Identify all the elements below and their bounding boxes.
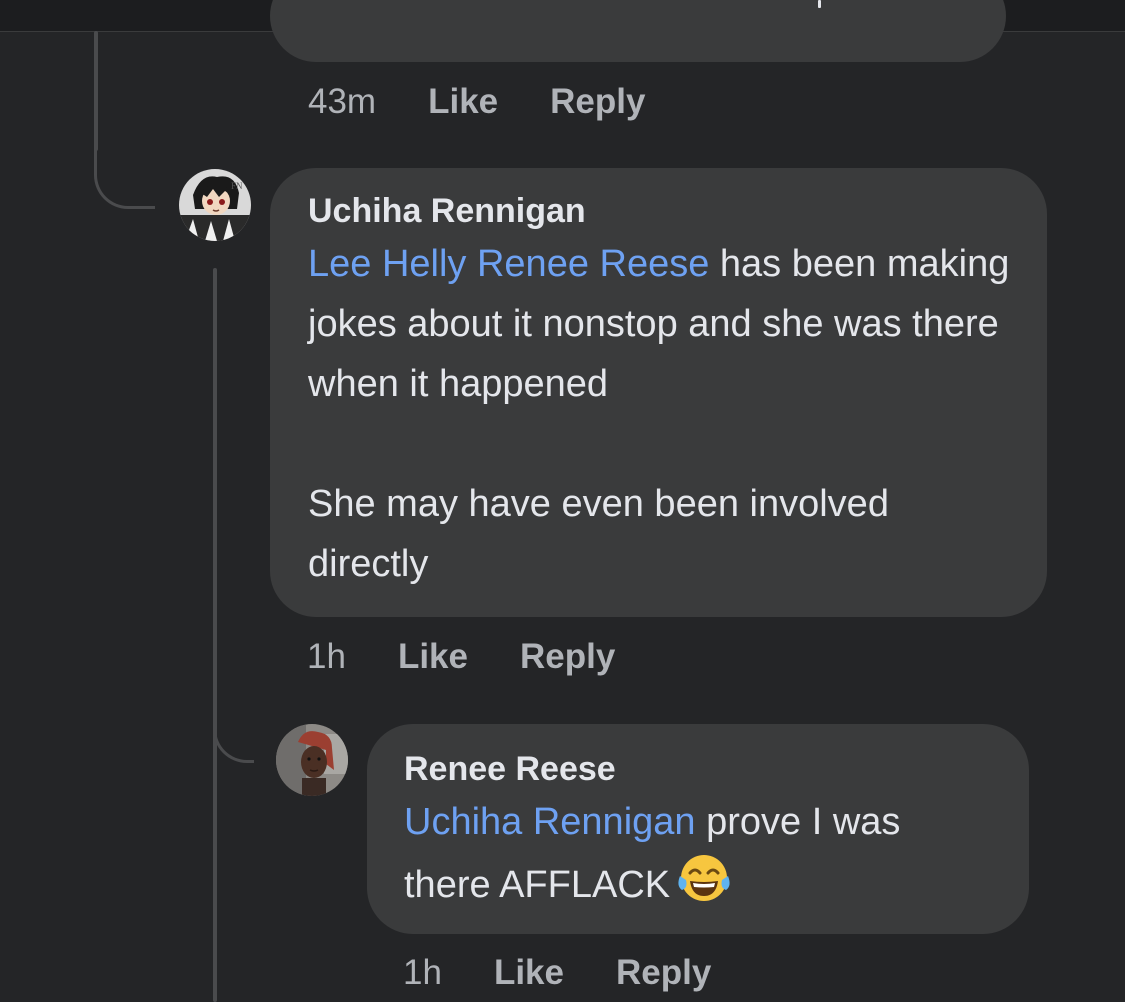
reply-button[interactable]: Reply: [550, 82, 645, 122]
like-button[interactable]: Like: [494, 953, 564, 993]
mention-link[interactable]: Lee Helly Renee Reese: [308, 243, 709, 285]
comment-text: Lee Helly Renee Reese has been making jo…: [308, 234, 1010, 594]
thread-elbow-comment-1: [94, 140, 155, 209]
thread-line-main: [94, 31, 98, 151]
like-button[interactable]: Like: [398, 637, 468, 677]
reply-button[interactable]: Reply: [616, 953, 711, 993]
comment-time[interactable]: 1h: [403, 953, 442, 993]
avatar[interactable]: [276, 724, 348, 796]
previous-comment-time[interactable]: 43m: [308, 82, 376, 122]
comment-bubble: Uchiha Rennigan Lee Helly Renee Reese ha…: [270, 168, 1047, 617]
svg-text:FN: FN: [231, 181, 243, 191]
face-with-tears-of-joy-icon: [676, 852, 732, 922]
profile-photo-avatar-icon: [276, 724, 348, 796]
comment-text: Uchiha Rennigan prove I was there AFFLAC…: [404, 792, 992, 922]
previous-comment-bubble: [270, 0, 1006, 62]
comment-bubble: Renee Reese Uchiha Rennigan prove I was …: [367, 724, 1029, 934]
comment-actions: 1h Like Reply: [307, 632, 615, 682]
thread-elbow-comment-2: [213, 700, 254, 763]
comment-body: has been making jokes about it nonstop a…: [308, 243, 1010, 585]
avatar[interactable]: FN: [179, 169, 251, 241]
previous-comment-actions: 43m Like Reply: [308, 77, 645, 127]
comment-actions: 1h Like Reply: [403, 948, 711, 998]
like-button[interactable]: Like: [428, 82, 498, 122]
comment-time[interactable]: 1h: [307, 637, 346, 677]
mention-link[interactable]: Uchiha Rennigan: [404, 801, 696, 843]
previous-comment-text-fragment: [818, 0, 821, 8]
reply-button[interactable]: Reply: [520, 637, 615, 677]
thread-line-replies: [213, 268, 217, 1002]
comment-author[interactable]: Renee Reese: [404, 746, 992, 792]
comment-author[interactable]: Uchiha Rennigan: [308, 188, 1010, 234]
anime-character-avatar-icon: FN: [179, 169, 251, 241]
